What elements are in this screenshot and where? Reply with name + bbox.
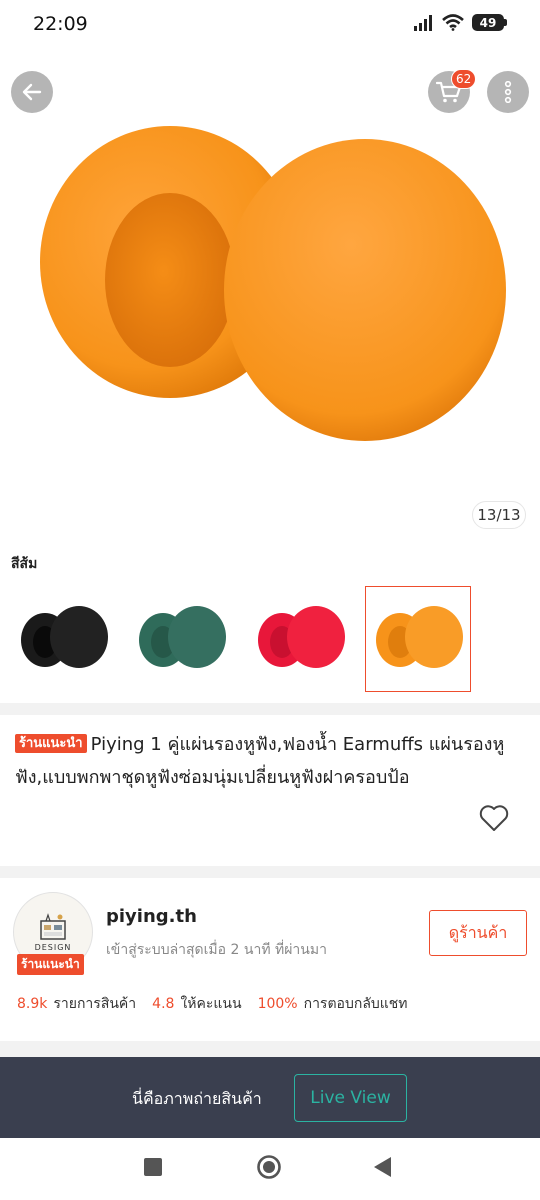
live-view-button[interactable]: Live View [294,1074,407,1122]
variant-label: สีส้ม [11,556,38,572]
variant-red[interactable] [247,586,353,692]
variant-black[interactable] [10,586,116,692]
section-divider [0,1041,540,1057]
stat-label: รายการสินค้า [53,996,137,1012]
view-shop-button[interactable]: ดูร้านค้า [429,910,527,956]
live-view-text: นี่คือภาพถ่ายสินค้า [132,1089,262,1108]
heart-icon [479,805,509,831]
live-view-banner: นี่คือภาพถ่ายสินค้า Live View [0,1057,540,1138]
more-vertical-icon [504,81,512,103]
favorite-button[interactable] [479,804,509,836]
status-icons: 49 [414,14,507,31]
battery-level: 49 [479,15,497,30]
product-image [40,126,506,441]
stat-value: 100% [257,996,298,1012]
stat-chat-response: 100% การตอบกลับแชท [258,993,408,1015]
product-title-text: Piying 1 คู่แผ่นรองหูฟัง,ฟองน้ำ Earmuffs… [15,734,505,788]
more-options-button[interactable] [487,71,529,113]
arrow-left-icon [22,83,42,101]
section-divider [0,866,540,878]
recommended-shop-tag: ร้านแนะนำ [15,734,87,753]
variant-thumbnail [258,606,345,668]
signal-icon [414,14,432,31]
shop-stats: 8.9k รายการสินค้า 4.8 ให้คะแนน 100% การตอบก… [17,993,424,1015]
product-image-gallery[interactable]: 62 13/13 [0,50,540,540]
wifi-icon [442,14,464,31]
system-nav-bar [0,1138,540,1200]
variant-thumbnail [21,606,108,668]
variant-thumbnail [376,606,463,668]
stat-label: การตอบกลับแชท [303,996,408,1012]
back-button[interactable] [11,71,53,113]
variant-green[interactable] [128,586,234,692]
status-time: 22:09 [33,13,88,35]
section-divider [0,703,540,715]
variant-orange[interactable] [365,586,471,692]
stat-label: ให้คะแนน [180,996,242,1012]
shop-recommended-tag: ร้านแนะนำ [17,954,84,975]
shop-last-active: เข้าสู่ระบบล่าสุดเมื่อ 2 นาที ที่ผ่านมา [106,942,327,958]
home-icon[interactable] [256,1154,282,1180]
status-bar: 22:09 49 [0,0,540,50]
variant-thumbnail [139,606,226,668]
stat-products: 8.9k รายการสินค้า [17,993,136,1015]
shop-logo-icon [40,912,66,940]
image-counter: 13/13 [472,501,526,529]
recents-icon[interactable] [144,1158,162,1176]
battery-icon: 49 [472,14,507,31]
product-title: ร้านแนะนำ Piying 1 คู่แผ่นรองหูฟัง,ฟองน้ำ… [15,728,530,794]
stat-value: 4.8 [152,996,175,1012]
cart-count-badge: 62 [451,69,477,89]
shop-logo-text: DESIGN [34,942,72,952]
shop-name[interactable]: piying.th [106,906,197,927]
stat-value: 8.9k [17,996,48,1012]
stat-rating: 4.8 ให้คะแนน [152,993,241,1015]
back-nav-icon[interactable] [373,1156,393,1178]
